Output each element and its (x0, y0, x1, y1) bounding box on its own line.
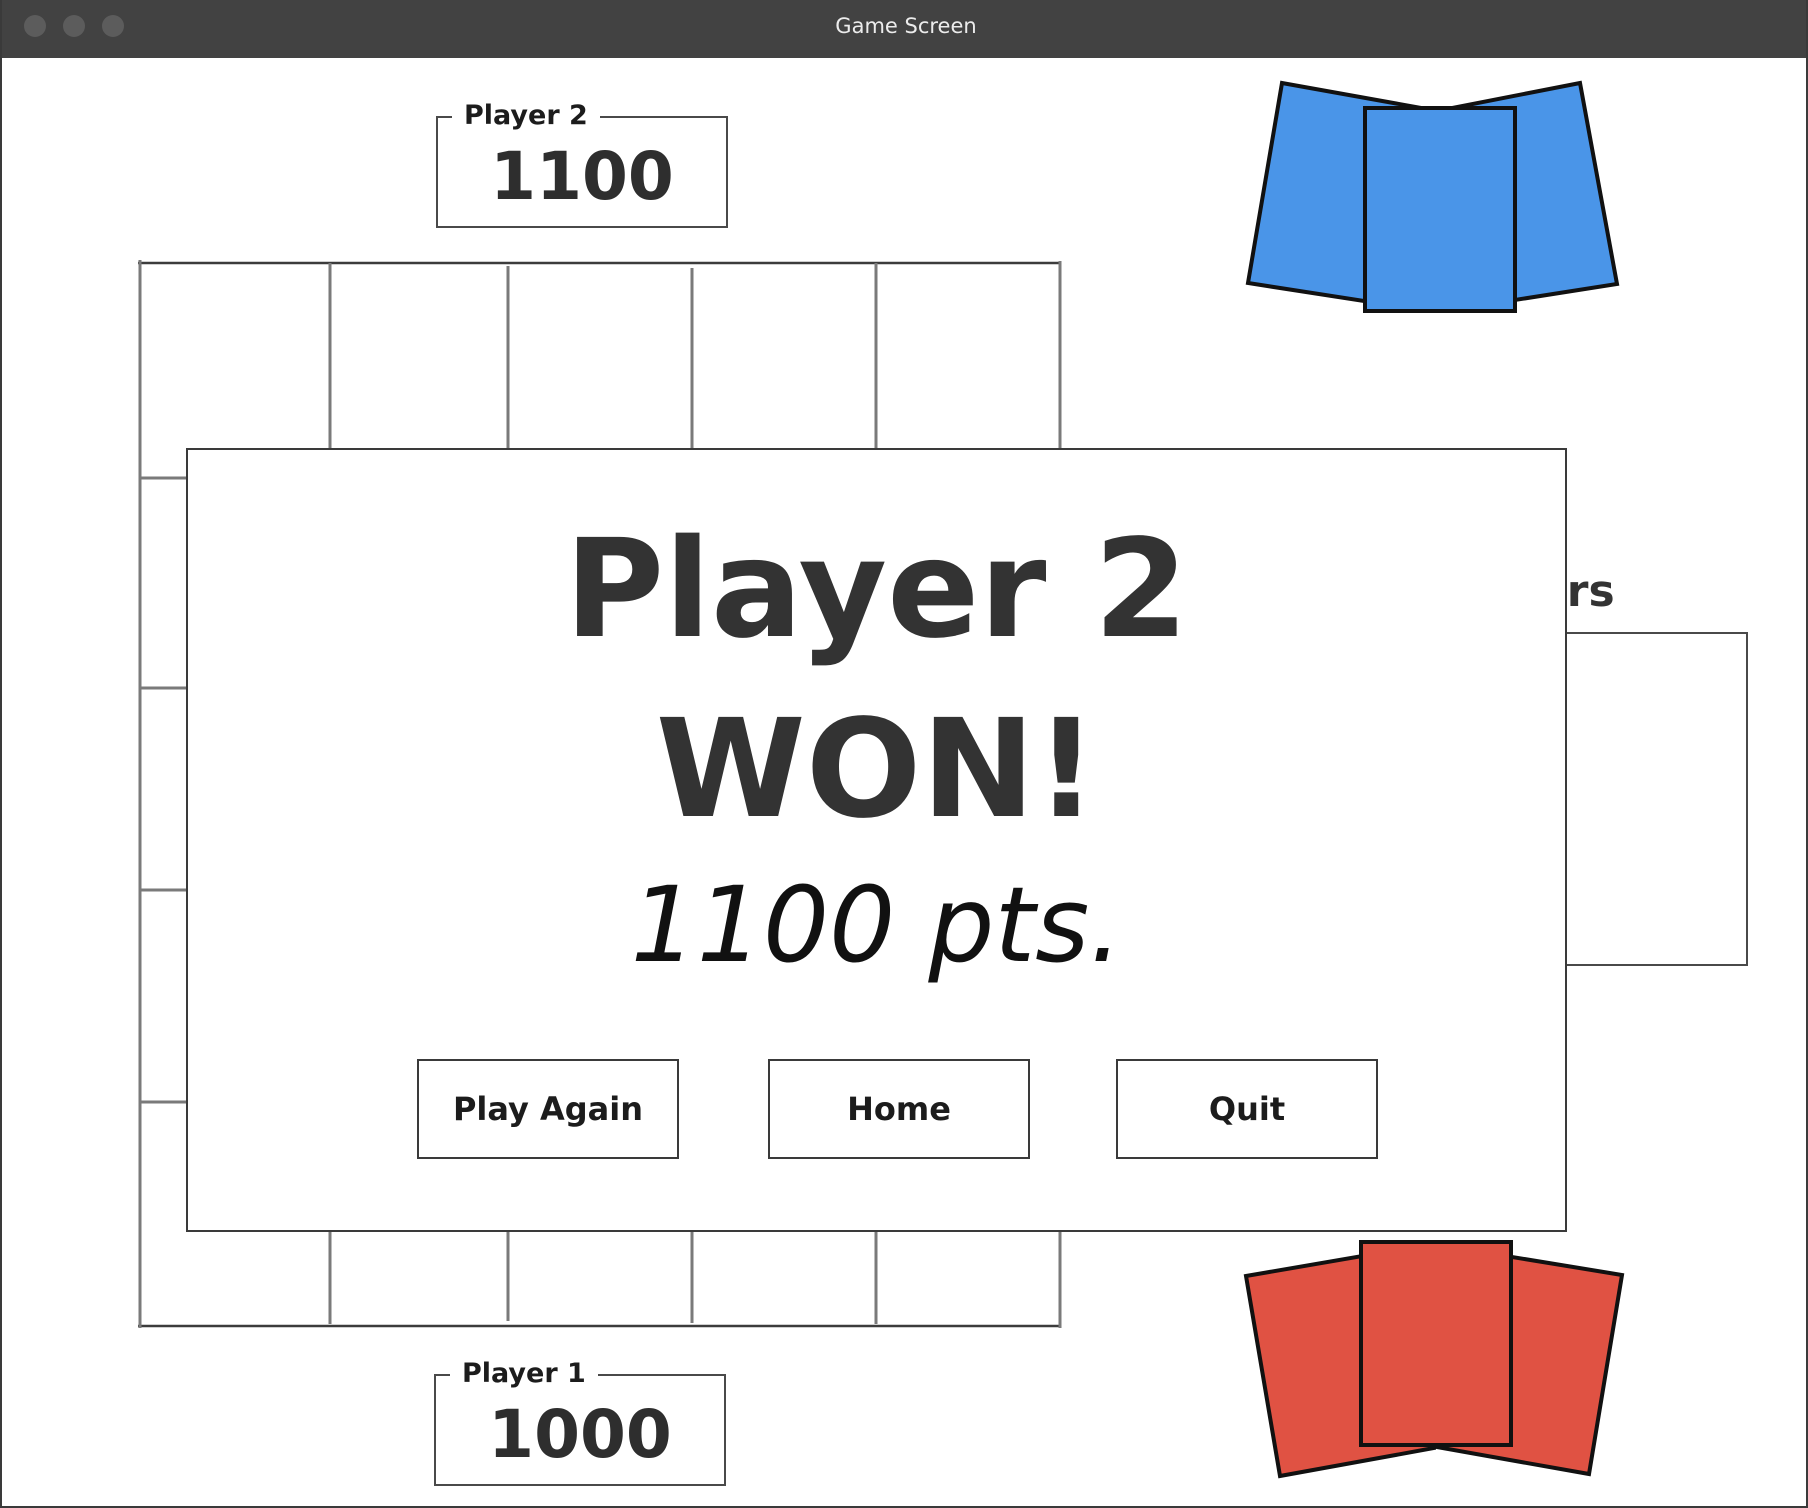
winner-title-line1: Player 2 (564, 511, 1189, 669)
winner-title-line2: WON! (655, 691, 1098, 849)
player1-label: Player 1 (450, 1357, 598, 1391)
game-window: Game Screen Player 2 1100 airs Player 1 … (0, 0, 1808, 1508)
game-result-dialog: Player 2 WON! 1100 pts. Play Again Home … (186, 448, 1567, 1232)
home-button[interactable]: Home (768, 1059, 1030, 1159)
player1-score: 1000 (488, 1396, 672, 1473)
winner-title: Player 2 WON! (188, 500, 1565, 860)
play-again-button[interactable]: Play Again (417, 1059, 679, 1159)
pairs-area (1542, 632, 1748, 966)
winner-score: 1100 pts. (630, 864, 1123, 986)
quit-button[interactable]: Quit (1116, 1059, 1378, 1159)
player1-score-panel: Player 1 1000 (434, 1357, 726, 1486)
